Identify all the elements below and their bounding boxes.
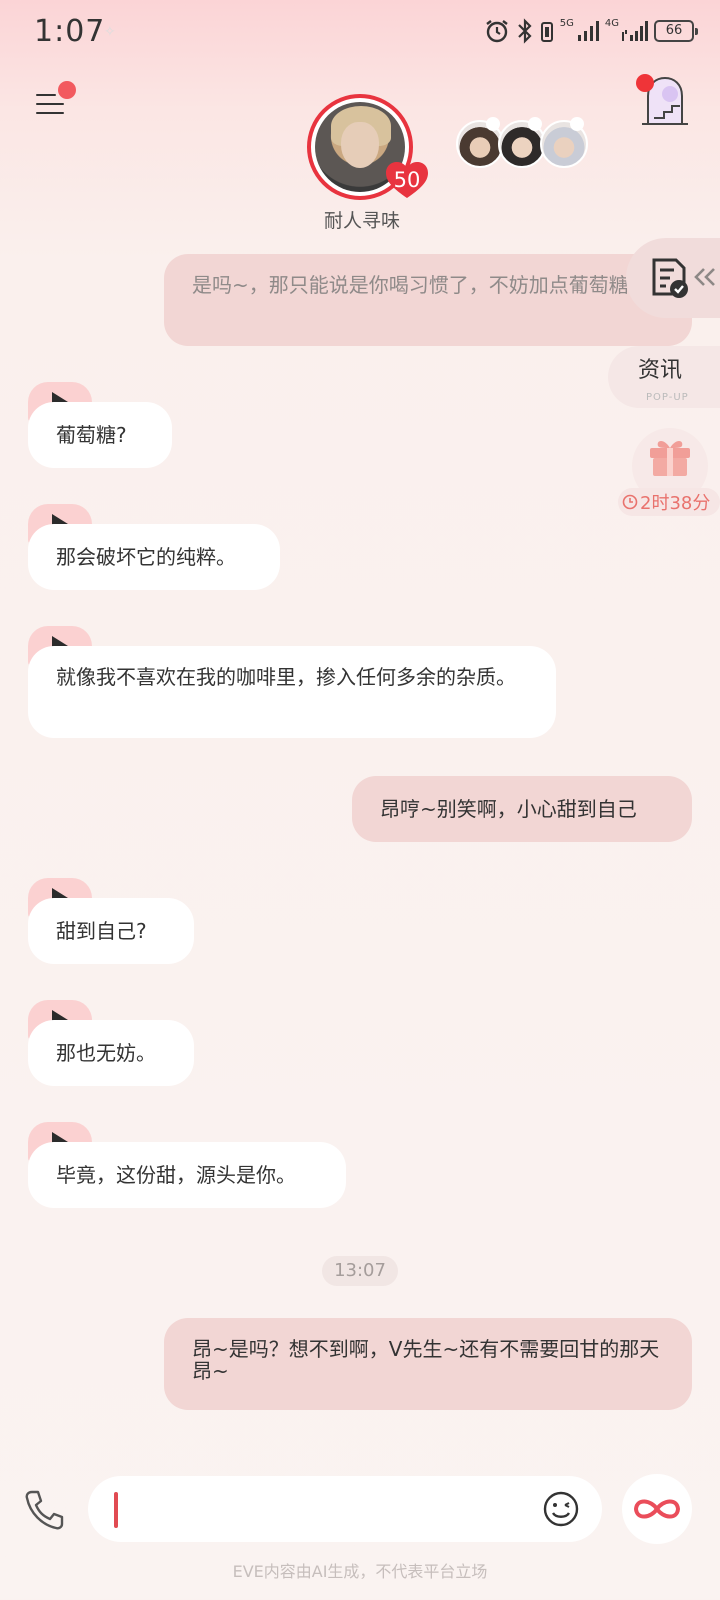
sparkle-icon: ✧ (104, 24, 116, 40)
phone-icon (25, 1490, 64, 1530)
message-input[interactable] (88, 1476, 602, 1542)
emoji-icon (543, 1491, 579, 1527)
character-name: 耐人寻味 (323, 210, 400, 232)
status-bar: 1:07 ✧ 5G 4G 66 (0, 0, 720, 68)
level-value: 50 (393, 168, 421, 192)
infinity-icon (633, 1499, 681, 1519)
gift-timer: 2时38分 (618, 488, 720, 516)
message-text: 那也无妨。 (56, 1041, 156, 1065)
emoji-button[interactable] (542, 1490, 580, 1528)
ai-message: 就像我不喜欢在我的咖啡里，掺入任何多余的杂质。 (28, 646, 556, 738)
message-text: 就像我不喜欢在我的咖啡里，掺入任何多余的杂质。 (56, 665, 516, 689)
battery-level: 66 (665, 23, 683, 38)
news-button[interactable]: 资讯 POP-UP (608, 346, 720, 408)
character-switcher[interactable] (456, 117, 592, 170)
status-time: 1:07 (34, 14, 106, 49)
signal-icon (577, 21, 599, 41)
sim-icon (540, 22, 553, 42)
timestamp: 13:07 (322, 1256, 398, 1286)
network-label-5g: 5G (559, 17, 574, 29)
clock-icon (622, 494, 638, 510)
text-caret (114, 1492, 118, 1528)
menu-icon (36, 94, 56, 96)
message-text: 甜到自己? (56, 919, 147, 943)
collapse-icon (694, 268, 715, 286)
document-check-icon (652, 258, 688, 298)
message-text: 昂~是吗？想不到啊，V先生~还有不需要回甘的那天昂~ (192, 1337, 660, 1383)
infinity-button[interactable] (622, 1474, 692, 1544)
message-text: 葡萄糖? (56, 423, 127, 447)
battery-icon: 66 (654, 20, 698, 42)
level-badge: 50 (384, 160, 430, 200)
message-text: 毕竟，这份甜，源头是你。 (56, 1163, 296, 1187)
ai-message: 毕竟，这份甜，源头是你。 (28, 1142, 346, 1208)
user-message: 昂~是吗？想不到啊，V先生~还有不需要回甘的那天昂~ (164, 1318, 692, 1410)
message-text: 昂哼~别笑啊，小心甜到自己 (380, 797, 637, 821)
ai-message: 那也无妨。 (28, 1020, 194, 1086)
ai-message: 甜到自己? (28, 898, 194, 964)
user-message: 是吗~，那只能说是你喝习惯了，不妨加点葡萄糖？ (164, 254, 692, 346)
document-check-button[interactable] (626, 238, 720, 318)
gift-timer-text: 2时38分 (640, 493, 711, 514)
ai-message: 那会破坏它的纯粹。 (28, 524, 280, 590)
ai-disclaimer: EVE内容由AI生成，不代表平台立场 (232, 1562, 488, 1581)
user-message: 昂哼~别笑啊，小心甜到自己 (352, 776, 692, 842)
gift-icon (650, 441, 690, 476)
news-subtitle: POP-UP (646, 392, 689, 403)
bluetooth-icon (517, 18, 532, 44)
notification-dot (58, 81, 76, 99)
network-label-4g: 4G (604, 17, 619, 29)
phone-button[interactable] (22, 1488, 66, 1532)
message-text: 是吗~，那只能说是你喝习惯了，不妨加点葡萄糖？ (192, 273, 649, 297)
message-text: 那会破坏它的纯粹。 (56, 545, 236, 569)
status-icons: 5G 4G 66 (484, 17, 698, 44)
alarm-icon (486, 20, 508, 43)
notification-dot (636, 74, 654, 92)
ai-message: 葡萄糖? (28, 402, 172, 468)
signal-icon (622, 21, 648, 41)
news-title: 资讯 (638, 358, 683, 383)
